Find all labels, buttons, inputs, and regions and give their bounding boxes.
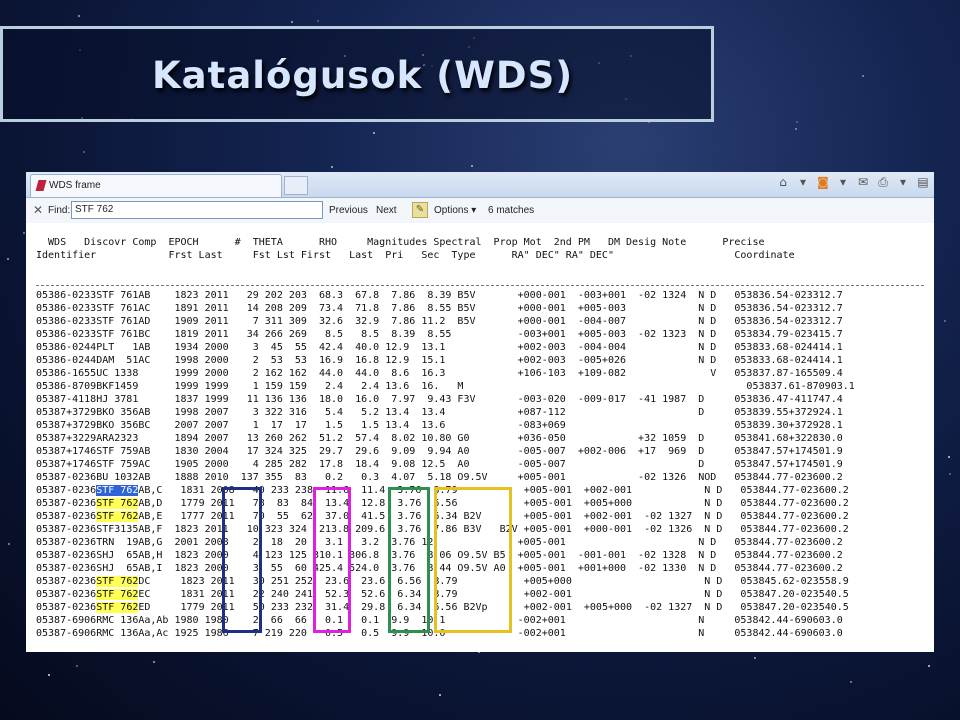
row-text: 05387+3229ARA2323 1894 2007 13 260 262 5…	[36, 433, 843, 444]
feeds-icon[interactable]: ◙	[816, 175, 830, 189]
tab-label: WDS frame	[49, 180, 101, 191]
chevron-down-icon[interactable]: ▾	[796, 175, 810, 189]
table-row: 05386-0244PLT 1AB 1934 2000 3 45 55 42.4…	[36, 341, 843, 354]
find-previous-button[interactable]: Previous	[329, 205, 368, 216]
browser-window: WDS frame ⌂ ▾ ◙ ▾ ✉ ⎙ ▾ ▤ ✕ Find: STF 76…	[26, 172, 934, 652]
star	[944, 319, 947, 322]
find-next-button[interactable]: Next	[376, 205, 397, 216]
star	[291, 21, 294, 24]
star	[8, 543, 11, 545]
table-row: 05387+3729BKO 356BC 2007 2007 1 17 17 1.…	[36, 419, 843, 432]
row-text: 05386-0233STF 761AB 1823 2011 29 202 203…	[36, 290, 843, 301]
star	[152, 660, 155, 663]
star	[6, 258, 9, 261]
star	[316, 19, 319, 22]
star	[23, 232, 26, 235]
row-text: 05387+3729BKO 356AB 1998 2007 3 322 316 …	[36, 407, 843, 418]
star	[948, 456, 951, 459]
epoch-highlight-box	[222, 487, 262, 633]
theta-highlight-box	[313, 487, 351, 633]
rho-highlight-box	[388, 487, 430, 633]
star	[47, 674, 50, 677]
row-text: 05386-0233STF 761AD 1909 2011 7 311 309 …	[36, 316, 843, 327]
new-tab-button[interactable]	[284, 176, 308, 195]
find-input[interactable]: STF 762	[71, 201, 323, 219]
star	[927, 665, 930, 668]
find-label: Find:	[48, 205, 71, 216]
row-text: 05387-0236	[36, 485, 97, 496]
search-match-highlight: STF 762	[96, 511, 139, 522]
table-row: 05387+1746STF 759AB 1830 2004 17 324 325…	[36, 445, 843, 458]
row-text: 05387-0236	[36, 602, 97, 613]
row-text: 05386-0244PLT 1AB 1934 2000 3 45 55 42.4…	[36, 342, 843, 353]
search-match-highlight: STF 762	[96, 498, 139, 509]
row-text: 05386-8709BKF1459 1999 1999 1 159 159 2.…	[36, 381, 855, 392]
row-text: 05387-0236	[36, 576, 97, 587]
star	[76, 665, 79, 668]
search-match-highlight: STF 762	[96, 589, 139, 600]
star	[372, 132, 375, 135]
star	[795, 128, 798, 131]
chevron-down-icon[interactable]: ▾	[836, 175, 850, 189]
row-text: 05387-0236	[36, 511, 97, 522]
row-text: 05386-1655UC 1338 1999 2000 2 162 162 44…	[36, 368, 843, 379]
table-row: 05387+3229ARA2323 1894 2007 13 260 262 5…	[36, 432, 843, 445]
row-text: 05386-0244DAM 51AC 1998 2000 2 53 53 16.…	[36, 355, 843, 366]
table-row: 05387+3729BKO 356AB 1998 2007 3 322 316 …	[36, 406, 843, 419]
search-match-highlight: STF 762	[96, 485, 139, 496]
find-bar: ✕ Find: STF 762 Previous Next ✎ Options …	[26, 198, 934, 224]
match-count: 6 matches	[488, 205, 535, 216]
mail-icon[interactable]: ✉	[856, 175, 870, 189]
table-row: 05387+1746STF 759AC 1905 2000 4 285 282 …	[36, 458, 843, 471]
page-menu-icon[interactable]: ▤	[916, 175, 930, 189]
star	[849, 680, 852, 683]
table-row: 05386-1655UC 1338 1999 2000 2 162 162 44…	[36, 367, 843, 380]
star	[330, 166, 333, 169]
table-header-line-1: WDS Discovr Comp EPOCH # THETA RHO Magni…	[36, 237, 765, 248]
row-text: 05386-0233STF 761AC 1891 2011 14 208 209…	[36, 303, 843, 314]
magnitudes-highlight-box	[434, 487, 512, 633]
table-row: 05386-0233STF 761BC 1819 2011 34 266 269…	[36, 328, 843, 341]
tab-bar: WDS frame ⌂ ▾ ◙ ▾ ✉ ⎙ ▾ ▤	[26, 172, 934, 198]
home-icon[interactable]: ⌂	[776, 175, 790, 189]
table-row: 05386-8709BKF1459 1999 1999 1 159 159 2.…	[36, 380, 855, 393]
table-header-line-2: Identifier Frst Last Fst Lst First Last …	[36, 250, 795, 261]
row-text: 05387+3729BKO 356BC 2007 2007 1 17 17 1.…	[36, 420, 843, 431]
highlight-icon[interactable]: ✎	[412, 202, 428, 218]
table-row: 05386-0233STF 761AD 1909 2011 7 311 309 …	[36, 315, 843, 328]
table-row: 05386-0244DAM 51AC 1998 2000 2 53 53 16.…	[36, 354, 843, 367]
page-icon	[35, 180, 47, 191]
row-text: 05386-0233STF 761BC 1819 2011 34 266 269…	[36, 329, 843, 340]
star	[948, 473, 951, 476]
table-row: 05386-0233STF 761AC 1891 2011 14 208 209…	[36, 302, 843, 315]
find-options-button[interactable]: Options ▾	[434, 205, 476, 216]
table-row: 05387-4118HJ 3781 1837 1999 11 136 136 1…	[36, 393, 843, 406]
row-text: 05387-0236	[36, 498, 97, 509]
star	[78, 15, 81, 18]
star	[471, 165, 474, 168]
slide-title: Katalógusok (WDS)	[152, 54, 574, 97]
row-text: 05387-4118HJ 3781 1837 1999 11 136 136 1…	[36, 394, 843, 405]
tab-wds-frame[interactable]: WDS frame	[30, 174, 282, 197]
row-text: 05387-0236BU 1032AB 1888 2010 137 355 83…	[36, 472, 843, 483]
table-row: 05386-0233STF 761AB 1823 2011 29 202 203…	[36, 289, 843, 302]
header-separator	[36, 285, 924, 286]
chevron-down-icon[interactable]: ▾	[896, 175, 910, 189]
search-match-highlight: STF 762	[96, 602, 139, 613]
star	[862, 75, 865, 78]
close-icon[interactable]: ✕	[33, 203, 43, 217]
star	[82, 151, 85, 154]
table-row: 05387-0236BU 1032AB 1888 2010 137 355 83…	[36, 471, 843, 484]
row-text: 05387-0236	[36, 589, 97, 600]
print-icon[interactable]: ⎙	[876, 175, 890, 189]
star	[754, 656, 757, 659]
search-match-highlight: STF 762	[96, 576, 139, 587]
star	[439, 694, 442, 697]
toolbar-icons: ⌂ ▾ ◙ ▾ ✉ ⎙ ▾ ▤	[776, 175, 930, 189]
row-text: 05387+1746STF 759AB 1830 2004 17 324 325…	[36, 446, 843, 457]
row-text: 05387+1746STF 759AC 1905 2000 4 285 282 …	[36, 459, 843, 470]
wds-catalog-table: WDS Discovr Comp EPOCH # THETA RHO Magni…	[26, 223, 934, 652]
star	[795, 121, 798, 124]
